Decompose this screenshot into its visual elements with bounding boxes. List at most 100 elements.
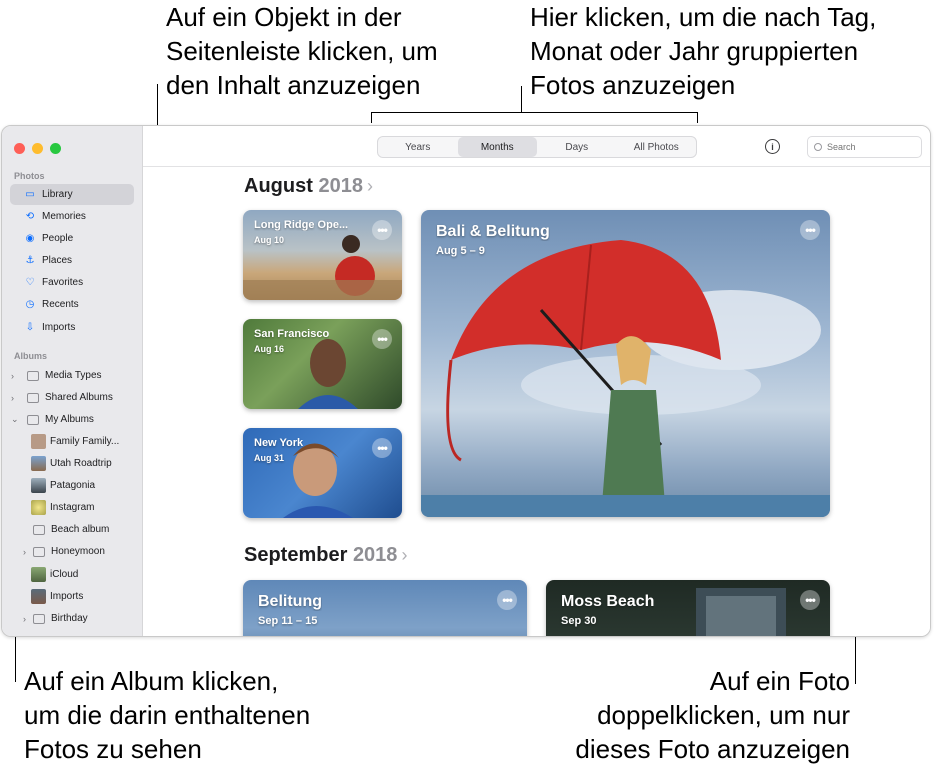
folder-icon	[27, 370, 39, 381]
sidebar-item-label: Imports	[42, 322, 76, 333]
search-input[interactable]	[827, 142, 907, 152]
album-imports[interactable]: Imports	[10, 586, 134, 607]
segment-all-photos[interactable]: All Photos	[617, 137, 697, 157]
view-segmented-control: Years Months Days All Photos	[377, 136, 697, 158]
sidebar-item-label: Shared Albums	[45, 392, 113, 403]
callout-line: Monat oder Jahr gruppierten	[530, 36, 859, 66]
more-options-icon[interactable]: •••	[372, 329, 392, 349]
sidebar-item-label: Instagram	[50, 502, 95, 513]
sidebar-item-favorites[interactable]: ♡ Favorites	[10, 272, 134, 293]
leader-line	[371, 112, 372, 123]
album-birthday[interactable]: › Birthday	[10, 608, 134, 629]
chevron-right-icon[interactable]: ›	[23, 614, 26, 624]
shared-folder-icon	[27, 392, 39, 403]
more-options-icon[interactable]: •••	[497, 590, 517, 610]
chevron-down-icon[interactable]: ⌄	[11, 414, 19, 425]
callout-photo: Auf ein Foto doppelklicken, um nur diese…	[520, 664, 850, 766]
memory-card-bali-belitung[interactable]: Bali & Belitung Aug 5 – 9 •••	[421, 210, 830, 517]
album-thumbnail	[31, 500, 46, 515]
more-options-icon[interactable]: •••	[800, 590, 820, 610]
sidebar-item-label: iCloud	[50, 569, 79, 580]
sidebar-item-label: My Albums	[45, 414, 94, 425]
folder-icon	[33, 546, 45, 557]
card-title: Long Ridge Ope...	[254, 219, 349, 231]
memory-card-san-francisco[interactable]: San Francisco Aug 16 •••	[243, 319, 402, 409]
chevron-right-icon[interactable]: ›	[23, 547, 26, 557]
toolbar: Years Months Days All Photos i	[143, 126, 930, 167]
memory-card-new-york[interactable]: New York Aug 31 •••	[243, 428, 402, 518]
callout-line: Hier klicken, um die nach Tag,	[530, 2, 877, 32]
sidebar-item-imports[interactable]: ⇩ Imports	[10, 317, 134, 338]
memory-card-belitung[interactable]: Belitung Sep 11 – 15 •••	[243, 580, 527, 636]
info-icon[interactable]: i	[765, 139, 780, 154]
sidebar-item-memories[interactable]: ⟲ Memories	[10, 206, 134, 227]
chevron-right-icon: ›	[366, 176, 373, 196]
sidebar-item-people[interactable]: ◉ People	[10, 228, 134, 249]
photos-window: Photos ▭ Library ⟲ Memories ◉ People ⚓ P…	[1, 125, 931, 637]
sidebar-item-media-types[interactable]: › Media Types	[10, 365, 134, 386]
album-utah-roadtrip[interactable]: Utah Roadtrip	[10, 453, 134, 474]
folder-icon	[33, 613, 45, 624]
sidebar-item-label: Utah Roadtrip	[50, 458, 112, 469]
album-patagonia[interactable]: Patagonia	[10, 475, 134, 496]
card-date: Sep 30	[561, 615, 597, 627]
album-thumbnail	[31, 456, 46, 471]
sidebar-item-label: Recents	[42, 299, 79, 310]
memory-card-long-ridge[interactable]: Long Ridge Ope... Aug 10 •••	[243, 210, 402, 300]
album-family[interactable]: Family Family...	[10, 431, 134, 452]
sidebar-item-label: Patagonia	[50, 480, 96, 491]
sidebar-item-label: Library	[42, 189, 73, 200]
close-button[interactable]	[14, 143, 25, 154]
month-year: 2018	[352, 544, 398, 566]
month-heading-september[interactable]: September 2018 ›	[244, 544, 407, 567]
sidebar-item-label: Honeymoon	[51, 546, 105, 557]
month-name: September	[244, 544, 348, 566]
folder-icon	[27, 414, 39, 425]
album-honeymoon[interactable]: › Honeymoon	[10, 541, 134, 562]
callout-line: dieses Foto anzuzeigen	[575, 734, 850, 764]
card-title: Bali & Belitung	[436, 223, 550, 240]
album-thumbnail	[31, 434, 46, 449]
month-heading-august[interactable]: August 2018 ›	[244, 175, 373, 198]
album-icloud[interactable]: iCloud	[10, 564, 134, 585]
sidebar-item-my-albums[interactable]: ⌄ My Albums	[10, 409, 134, 430]
memory-card-moss-beach[interactable]: Moss Beach Sep 30 •••	[546, 580, 830, 636]
callout-album: Auf ein Album klicken, um die darin enth…	[24, 664, 384, 766]
card-title: New York	[254, 437, 304, 449]
more-options-icon[interactable]: •••	[372, 220, 392, 240]
segment-years[interactable]: Years	[378, 137, 458, 157]
chevron-right-icon[interactable]: ›	[11, 393, 14, 403]
more-options-icon[interactable]: •••	[800, 220, 820, 240]
favorites-icon: ♡	[25, 277, 35, 288]
card-date: Sep 11 – 15	[258, 615, 318, 627]
album-instagram[interactable]: Instagram	[10, 497, 134, 518]
search-field[interactable]	[807, 136, 922, 158]
callout-line: den Inhalt anzuzeigen	[166, 70, 421, 100]
chevron-right-icon[interactable]: ›	[11, 371, 14, 381]
sidebar-item-recents[interactable]: ◷ Recents	[10, 294, 134, 315]
sidebar-item-library[interactable]: ▭ Library	[10, 184, 134, 205]
sidebar-item-places[interactable]: ⚓ Places	[10, 250, 134, 271]
people-icon: ◉	[25, 233, 35, 244]
callout-line: Auf ein Foto	[709, 666, 850, 696]
leader-line	[697, 112, 698, 123]
callout-line: Auf ein Album klicken,	[24, 666, 279, 696]
segment-days[interactable]: Days	[537, 137, 617, 157]
sidebar-item-label: People	[42, 233, 74, 244]
sidebar-item-label: Memories	[42, 211, 86, 222]
library-icon: ▭	[25, 189, 35, 200]
zoom-button[interactable]	[50, 143, 61, 154]
album-beach[interactable]: Beach album	[10, 519, 134, 540]
sidebar-item-label: Beach album	[51, 524, 110, 535]
sidebar-item-shared-albums[interactable]: › Shared Albums	[10, 387, 134, 408]
card-date: Aug 16	[254, 344, 285, 354]
leader-line	[371, 112, 698, 113]
segment-months[interactable]: Months	[457, 137, 537, 157]
album-thumbnail	[31, 567, 46, 582]
chevron-right-icon: ›	[401, 545, 408, 565]
memories-icon: ⟲	[25, 211, 35, 222]
minimize-button[interactable]	[32, 143, 43, 154]
sidebar-item-label: Places	[42, 255, 73, 266]
more-options-icon[interactable]: •••	[372, 438, 392, 458]
card-date: Aug 5 – 9	[436, 245, 485, 257]
